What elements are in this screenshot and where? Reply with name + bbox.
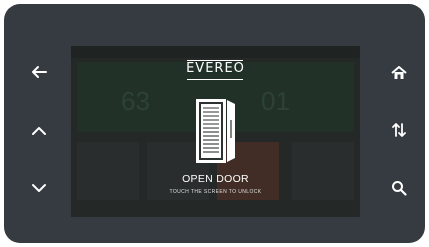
home-icon [391, 66, 407, 79]
arrow-left-icon [32, 66, 47, 78]
back-button[interactable] [26, 59, 52, 85]
open-door-icon [196, 99, 235, 163]
search-button[interactable] [386, 175, 412, 201]
swap-button[interactable] [386, 117, 412, 143]
scroll-up-button[interactable] [26, 118, 52, 144]
swap-vertical-icon [392, 123, 406, 137]
unlock-hint: TOUCH THE SCREEN TO UNLOCK [169, 189, 262, 195]
open-door-label: OPEN DOOR [182, 173, 249, 185]
device-bezel: 63 01 EVEREO OPEN DOOR TOUCH THE SCREEN … [4, 4, 425, 243]
chevron-up-icon [32, 127, 46, 135]
brand-line-bottom [187, 79, 243, 80]
home-button[interactable] [386, 60, 412, 86]
brand-logo: EVEREO [186, 61, 245, 76]
chevron-down-icon [32, 184, 46, 192]
search-icon [392, 181, 407, 196]
scroll-down-button[interactable] [26, 175, 52, 201]
touch-screen[interactable]: 63 01 EVEREO OPEN DOOR TOUCH THE SCREEN … [71, 46, 360, 217]
